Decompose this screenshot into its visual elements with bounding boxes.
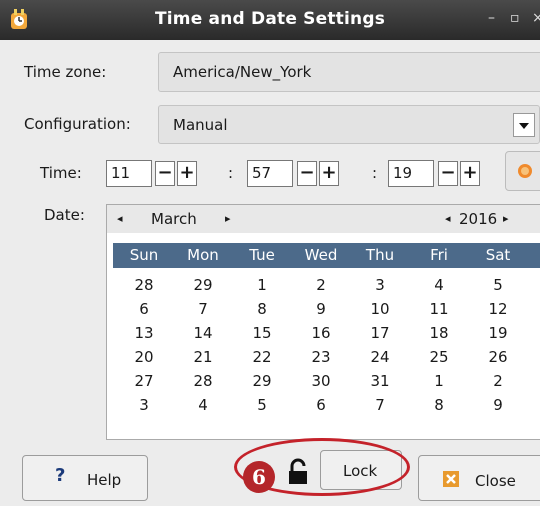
configuration-value: Manual bbox=[173, 116, 228, 134]
now-icon bbox=[518, 164, 532, 178]
time-date-window: Time and Date Settings – ▫ × Time zone: … bbox=[0, 0, 540, 506]
time-separator: : bbox=[372, 164, 378, 182]
calendar-day[interactable]: 7 bbox=[351, 396, 409, 414]
calendar-week-row: 28 29 1 2 3 4 5 bbox=[113, 273, 540, 298]
title-bar[interactable]: Time and Date Settings – ▫ × bbox=[0, 0, 540, 40]
calendar-day[interactable]: 20 bbox=[115, 348, 173, 366]
calendar-week-row: 13 14 15 16 17 18 19 bbox=[113, 321, 540, 346]
calendar-week-row: 6 7 8 9 10 11 12 bbox=[113, 297, 540, 322]
calendar-day[interactable]: 28 bbox=[115, 276, 173, 294]
minimize-button[interactable]: – bbox=[488, 10, 495, 26]
calendar-day[interactable]: 14 bbox=[174, 324, 232, 342]
set-current-time-button[interactable] bbox=[505, 151, 540, 191]
calendar-week-row: 3456789 bbox=[113, 393, 540, 418]
calendar-day[interactable]: 8 bbox=[410, 396, 468, 414]
calendar-day[interactable]: 26 bbox=[469, 348, 527, 366]
calendar-day[interactable]: 23 bbox=[292, 348, 350, 366]
weekday-label: Fri bbox=[430, 246, 448, 264]
time-separator: : bbox=[228, 164, 234, 182]
calendar-day[interactable]: 10 bbox=[351, 300, 409, 318]
chevron-down-icon[interactable] bbox=[513, 113, 535, 137]
calendar-day[interactable]: 27 bbox=[115, 372, 173, 390]
configuration-label: Configuration: bbox=[24, 115, 131, 133]
restore-button[interactable]: ▫ bbox=[510, 10, 520, 26]
date-label: Date: bbox=[44, 206, 85, 224]
timezone-value: America/New_York bbox=[173, 63, 312, 81]
calendar-day[interactable]: 3 bbox=[115, 396, 173, 414]
window-title: Time and Date Settings bbox=[154, 9, 386, 29]
calendar-day[interactable]: 30 bbox=[292, 372, 350, 390]
calendar-day[interactable]: 6 bbox=[292, 396, 350, 414]
weekday-label: Sat bbox=[485, 246, 511, 264]
close-icon bbox=[443, 471, 459, 487]
weekday-label: Wed bbox=[304, 246, 338, 264]
calendar-day[interactable]: 2 bbox=[292, 276, 350, 294]
configuration-select[interactable]: Manual bbox=[158, 105, 540, 144]
close-button-label: Close bbox=[475, 472, 516, 490]
calendar-day[interactable]: 29 bbox=[174, 276, 232, 294]
hours-input[interactable]: 11 bbox=[106, 160, 152, 187]
help-icon: ? bbox=[55, 465, 66, 486]
weekday-header-row: Sun Mon Tue Wed Thu Fri Sat bbox=[113, 243, 540, 268]
timezone-label: Time zone: bbox=[24, 63, 107, 81]
next-year-icon[interactable]: ▸ bbox=[503, 210, 509, 228]
calendar-header: ◂ March ▸ ◂ 2016 ▸ bbox=[107, 205, 540, 233]
calendar-day[interactable]: 8 bbox=[233, 300, 291, 318]
seconds-input[interactable]: 19 bbox=[388, 160, 434, 187]
step-callout-badge: 6 bbox=[243, 461, 275, 493]
help-button-label: Help bbox=[87, 471, 122, 489]
calendar-day[interactable]: 15 bbox=[233, 324, 291, 342]
calendar-day[interactable]: 21 bbox=[174, 348, 232, 366]
seconds-increment-button[interactable]: + bbox=[460, 161, 480, 186]
time-label: Time: bbox=[40, 164, 82, 182]
calendar-day[interactable]: 6 bbox=[115, 300, 173, 318]
minutes-decrement-button[interactable]: − bbox=[297, 161, 317, 186]
hours-decrement-button[interactable]: − bbox=[155, 161, 175, 186]
calendar-week-row: 27 28 29 30 31 1 2 bbox=[113, 369, 540, 394]
date-calendar[interactable]: ◂ March ▸ ◂ 2016 ▸ Sun Mon Tue Wed Thu Fri Sat… bbox=[106, 204, 540, 440]
month-label: March bbox=[151, 210, 197, 228]
weekday-label: Mon bbox=[187, 246, 219, 264]
calendar-day[interactable]: 18 bbox=[410, 324, 468, 342]
weekday-label: Tue bbox=[249, 246, 275, 264]
minutes-input[interactable]: 57 bbox=[247, 160, 293, 187]
calendar-day[interactable]: 25 bbox=[410, 348, 468, 366]
help-button[interactable]: ? Help bbox=[22, 455, 148, 501]
close-window-button[interactable]: × bbox=[532, 10, 540, 26]
calendar-day[interactable]: 17 bbox=[351, 324, 409, 342]
calendar-day[interactable]: 24 bbox=[351, 348, 409, 366]
weekday-label: Sun bbox=[129, 246, 159, 264]
calendar-day[interactable]: 11 bbox=[410, 300, 468, 318]
minutes-increment-button[interactable]: + bbox=[319, 161, 339, 186]
calendar-day[interactable]: 29 bbox=[233, 372, 291, 390]
calendar-day[interactable]: 5 bbox=[233, 396, 291, 414]
calendar-day[interactable]: 28 bbox=[174, 372, 232, 390]
calendar-day[interactable]: 7 bbox=[174, 300, 232, 318]
calendar-day[interactable]: 22 bbox=[233, 348, 291, 366]
calendar-day[interactable]: 31 bbox=[351, 372, 409, 390]
calendar-day[interactable]: 19 bbox=[469, 324, 527, 342]
calendar-day[interactable]: 1 bbox=[410, 372, 468, 390]
calendar-week-row: 20 21 22 23 24 25 26 bbox=[113, 345, 540, 370]
timezone-field[interactable]: America/New_York bbox=[158, 52, 540, 92]
calendar-day[interactable]: 4 bbox=[174, 396, 232, 414]
calendar-day[interactable]: 12 bbox=[469, 300, 527, 318]
prev-year-icon[interactable]: ◂ bbox=[445, 210, 451, 228]
next-month-icon[interactable]: ▸ bbox=[225, 210, 231, 228]
calendar-day[interactable]: 5 bbox=[469, 276, 527, 294]
hours-increment-button[interactable]: + bbox=[177, 161, 197, 186]
calendar-day[interactable]: 3 bbox=[351, 276, 409, 294]
calendar-day[interactable]: 4 bbox=[410, 276, 468, 294]
calendar-day[interactable]: 13 bbox=[115, 324, 173, 342]
calendar-day[interactable]: 9 bbox=[469, 396, 527, 414]
calendar-day[interactable]: 2 bbox=[469, 372, 527, 390]
close-button[interactable]: Close bbox=[418, 455, 540, 501]
seconds-decrement-button[interactable]: − bbox=[438, 161, 458, 186]
weekday-label: Thu bbox=[365, 246, 395, 264]
calendar-day[interactable]: 9 bbox=[292, 300, 350, 318]
prev-month-icon[interactable]: ◂ bbox=[117, 210, 123, 228]
calendar-day[interactable]: 1 bbox=[233, 276, 291, 294]
calendar-day[interactable]: 16 bbox=[292, 324, 350, 342]
year-label: 2016 bbox=[459, 210, 498, 228]
